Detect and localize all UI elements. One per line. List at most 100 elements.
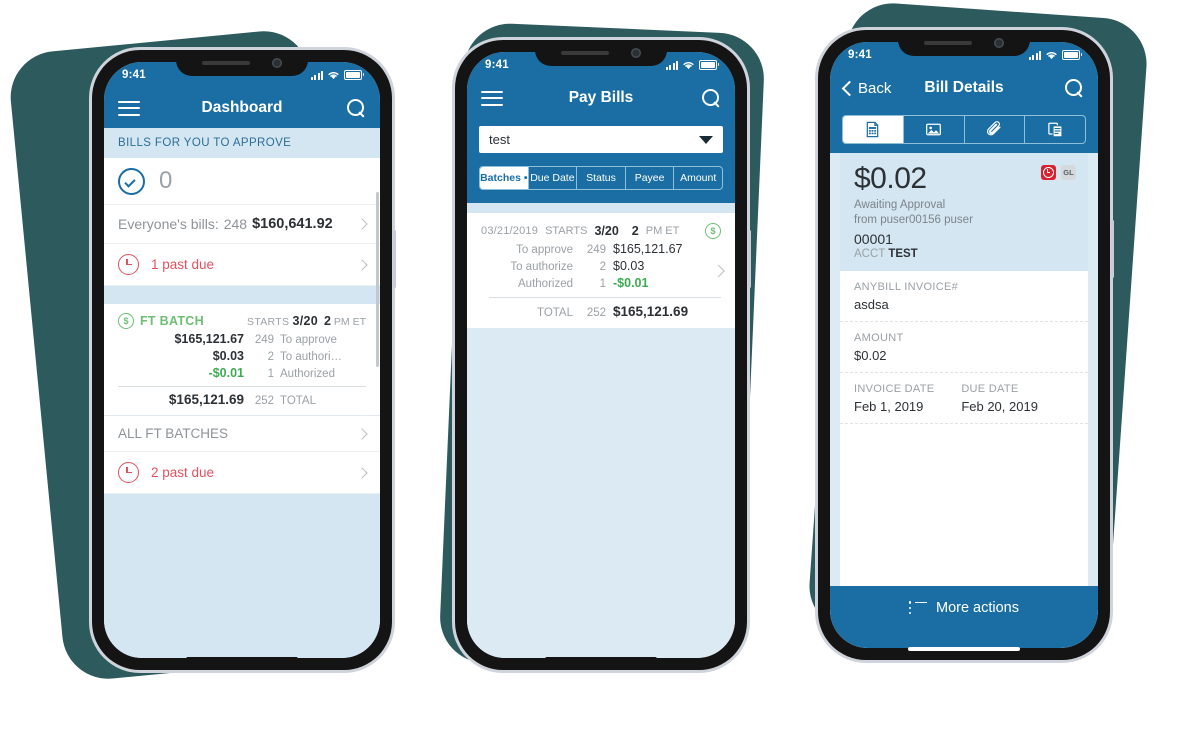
- batch-line-amount: $165,121.67: [174, 332, 244, 346]
- everyones-bills-count: 248: [223, 216, 248, 232]
- search-icon[interactable]: [702, 88, 721, 108]
- bill-details-card: GL $0.02 Awaiting Approval from puser001…: [840, 153, 1088, 586]
- batch-line-count: 2: [599, 261, 606, 273]
- section-header-bills-to-approve: BILLS FOR YOU TO APPROVE: [104, 128, 380, 158]
- phone-bill-details: 9:41 Back Bill Details GL $0.02 Awaiting…: [818, 30, 1114, 660]
- back-button[interactable]: Back: [841, 79, 892, 97]
- past-due-label: 2 past due: [151, 465, 215, 480]
- past-due-row-bottom[interactable]: 2 past due: [104, 452, 380, 494]
- notch: [898, 30, 1030, 56]
- segment-payee[interactable]: Payee: [626, 167, 675, 189]
- bill-details-body: GL $0.02 Awaiting Approval from puser001…: [830, 153, 1098, 648]
- paperclip-icon: [986, 121, 1001, 136]
- volume-button[interactable]: [748, 230, 751, 288]
- chevron-right-icon: [356, 218, 368, 230]
- search-icon[interactable]: [1065, 78, 1084, 98]
- batch-line-label: To authorize: [510, 261, 573, 273]
- batch-line-amount: -$0.01: [208, 366, 244, 380]
- batch-time-unit: PM ET: [645, 225, 680, 237]
- battery-icon: [1062, 50, 1082, 60]
- volume-button[interactable]: [393, 230, 396, 288]
- wifi-icon: [683, 62, 694, 70]
- account-filter-dropdown[interactable]: test: [479, 126, 723, 153]
- home-indicator[interactable]: [908, 647, 1020, 651]
- card-empty-area: [840, 423, 1088, 586]
- acct-label: ACCT: [854, 247, 886, 260]
- chevron-right-icon: [356, 427, 368, 440]
- search-icon[interactable]: [347, 98, 366, 118]
- field-value: $0.02: [854, 347, 887, 363]
- everyones-bills-row[interactable]: Everyone's bills: 248 $160,641.92: [104, 205, 380, 244]
- tab-copies[interactable]: [1025, 116, 1085, 143]
- phone-screen: 9:41 Pay Bills test Batches • Due Date S…: [467, 52, 735, 658]
- page-title: Pay Bills: [568, 89, 634, 106]
- footer-safe-area: [830, 630, 1098, 648]
- hamburger-menu-icon[interactable]: [481, 90, 503, 106]
- bill-status: Awaiting Approval: [854, 198, 946, 211]
- overdue-clock-badge[interactable]: [1041, 165, 1056, 180]
- past-due-label: 1 past due: [151, 257, 215, 272]
- clock-icon: [118, 462, 139, 483]
- past-due-row-top[interactable]: 1 past due: [104, 244, 380, 286]
- dollar-circle-icon: $: [705, 223, 721, 239]
- home-indicator[interactable]: [545, 657, 657, 661]
- phone-dashboard: 9:41 Dashboard BILLS FOR YOU TO APPROVE …: [92, 50, 396, 670]
- back-label: Back: [858, 79, 892, 97]
- batch-starts-label: STARTS: [545, 225, 588, 237]
- field-label: AMOUNT: [854, 331, 904, 344]
- nav-bar: Back Bill Details: [830, 68, 1098, 108]
- ft-batch-card[interactable]: $ FT BATCH STARTS 3/20 2 PM ET $165,121.…: [104, 304, 380, 416]
- batch-line-amount: $165,121.67: [613, 242, 683, 256]
- batch-line-label: To approve: [516, 244, 573, 256]
- home-indicator[interactable]: [186, 657, 298, 661]
- batch-line-count: 249: [254, 334, 274, 346]
- batch-time-unit: PM ET: [333, 316, 366, 328]
- field-amount: AMOUNT $0.02: [840, 322, 1088, 373]
- all-ft-batches-row[interactable]: ALL FT BATCHES: [104, 416, 380, 452]
- earpiece-speaker: [561, 51, 609, 55]
- tab-attachments[interactable]: [965, 116, 1026, 143]
- phone-screen: 9:41 Dashboard BILLS FOR YOU TO APPROVE …: [104, 62, 380, 658]
- batch-line-amount: $0.03: [212, 349, 244, 363]
- gl-badge[interactable]: GL: [1061, 165, 1076, 180]
- notch: [176, 50, 308, 76]
- bill-account: ACCT TEST: [854, 248, 1074, 260]
- earpiece-speaker: [202, 61, 250, 65]
- caret-down-icon: [699, 135, 713, 144]
- batch-line-label: Authorized: [280, 368, 335, 380]
- status-time: 9:41: [485, 59, 509, 71]
- segment-due-date[interactable]: Due Date: [529, 167, 578, 189]
- signal-bars-icon: [665, 60, 678, 70]
- more-actions-button[interactable]: More actions: [830, 586, 1098, 630]
- status-time: 9:41: [122, 69, 146, 81]
- batch-total-label: TOTAL: [280, 395, 316, 407]
- batch-total-count: 252: [254, 395, 274, 407]
- bills-to-approve-row[interactable]: 0: [104, 158, 380, 205]
- status-time: 9:41: [848, 49, 872, 61]
- volume-button[interactable]: [1111, 220, 1114, 278]
- empty-list-area: [467, 328, 735, 658]
- earpiece-speaker: [924, 41, 972, 45]
- batch-line-count: 1: [267, 368, 274, 380]
- field-due-date: DUE DATE Feb 20, 2019: [961, 383, 1074, 414]
- tab-document[interactable]: [843, 116, 904, 143]
- hamburger-menu-icon[interactable]: [118, 100, 140, 116]
- field-invoice-number: ANYBILL INVOICE# asdsa: [840, 271, 1088, 322]
- batch-total-count: 252: [586, 307, 606, 319]
- front-camera: [631, 48, 641, 58]
- batch-starts-date: 3/20: [292, 314, 319, 328]
- scrollbar[interactable]: [376, 192, 379, 367]
- segment-batches[interactable]: Batches •: [480, 167, 529, 189]
- batch-list-item[interactable]: 03/21/2019 STARTS 3/20 2 PM ET $ To appr…: [467, 213, 735, 328]
- image-icon: [926, 123, 942, 136]
- segment-status[interactable]: Status: [577, 167, 626, 189]
- bill-summary-block: GL $0.02 Awaiting Approval from puser001…: [840, 153, 1088, 271]
- chevron-right-icon: [356, 466, 368, 479]
- everyones-bills-amount: $160,641.92: [252, 216, 333, 232]
- chevron-right-icon: [356, 258, 368, 271]
- batch-time-value: 2: [324, 314, 331, 328]
- segment-amount[interactable]: Amount: [674, 167, 722, 189]
- tab-image[interactable]: [904, 116, 965, 143]
- batch-line-amount: -$0.01: [613, 276, 649, 290]
- field-value: asdsa: [854, 296, 889, 312]
